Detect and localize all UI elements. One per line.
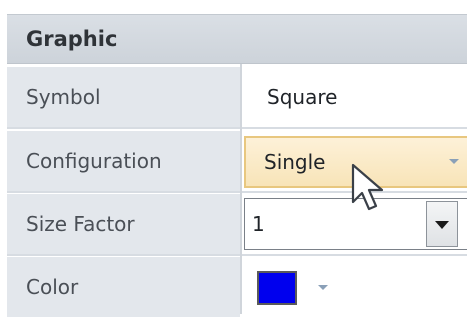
property-label-size-factor: Size Factor — [26, 212, 135, 236]
property-label-cell: Configuration — [7, 131, 240, 191]
property-label-cell: Symbol — [7, 67, 240, 127]
configuration-value: Single — [264, 150, 326, 174]
row-divider — [7, 254, 467, 256]
property-value-cell[interactable]: Square — [240, 67, 467, 127]
property-row-color[interactable]: Color — [7, 257, 467, 317]
mouse-pointer-icon — [351, 163, 384, 211]
property-label-cell: Size Factor — [7, 194, 240, 254]
symbol-value[interactable]: Square — [267, 85, 337, 109]
property-label-configuration: Configuration — [26, 149, 162, 173]
property-label-symbol: Symbol — [26, 85, 101, 109]
color-dropdown-chevron-icon[interactable] — [318, 285, 328, 290]
row-divider — [7, 191, 467, 193]
property-label-cell: Color — [7, 257, 240, 317]
size-factor-dropdown-button[interactable] — [426, 201, 458, 247]
property-label-color: Color — [26, 275, 79, 299]
section-header-graphic[interactable]: Graphic — [7, 14, 467, 64]
size-factor-value: 1 — [252, 212, 265, 236]
column-divider — [240, 64, 242, 314]
chevron-down-icon — [435, 221, 449, 229]
row-divider — [7, 127, 467, 129]
chevron-down-icon[interactable] — [449, 159, 459, 164]
property-row-symbol[interactable]: Symbol Square — [7, 67, 467, 127]
color-swatch[interactable] — [257, 271, 297, 305]
section-title: Graphic — [26, 27, 118, 51]
properties-panel: Graphic Symbol Square Configuration Size… — [0, 0, 467, 317]
